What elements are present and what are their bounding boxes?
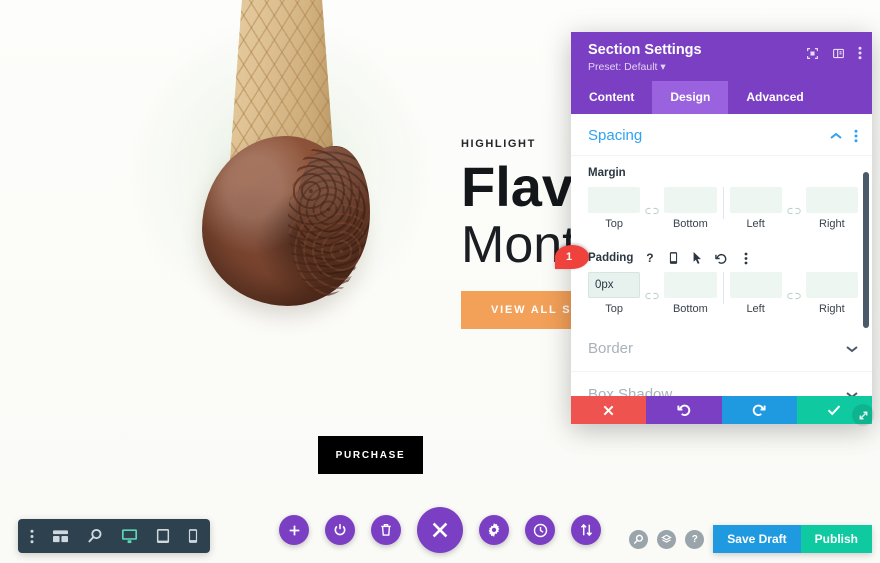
help-icon[interactable]: ? [685,529,705,549]
help-icon[interactable]: ? [642,251,657,266]
section-menu-more-vertical-icon[interactable] [854,129,858,143]
phone-icon[interactable] [188,528,198,544]
purchase-button[interactable]: PURCHASE [318,436,423,474]
resize-grip-icon[interactable] [852,404,874,426]
margin-right-caption: Right [819,218,845,230]
padding-top-caption: Top [605,303,623,315]
layout-panel-icon[interactable] [832,47,845,60]
section-header-box-shadow[interactable]: Box Shadow [571,372,872,396]
padding-left-input[interactable] [729,272,782,298]
cancel-button[interactable] [571,396,647,424]
publish-button[interactable]: Publish [800,525,872,553]
redo-button[interactable] [721,396,797,424]
add-module-button[interactable] [279,515,309,545]
history-button[interactable] [525,515,555,545]
callout-marker-1: 1 [555,245,589,269]
padding-divider [722,272,724,304]
tab-advanced[interactable]: Advanced [728,81,821,114]
margin-left-caption: Left [746,218,765,230]
margin-label-row: Margin [588,165,858,181]
publish-button-group: Save Draft Publish [713,525,872,553]
ice-cream-cone-image [130,0,430,320]
margin-bottom-caption: Bottom [672,218,708,230]
field-group-padding: Padding ? 0px Top Bottom Left Right [571,241,872,326]
chevron-down-icon[interactable] [846,391,858,396]
save-draft-button[interactable]: Save Draft [713,525,801,553]
section-title-spacing: Spacing [588,127,643,144]
margin-left-input[interactable] [729,187,782,213]
device-preview-bar [18,519,210,553]
padding-label: Padding [588,252,634,264]
desktop-icon[interactable] [121,528,138,544]
link-toggle-icon-2[interactable] [782,202,806,215]
search-icon[interactable] [629,529,649,549]
undo-button[interactable] [646,396,722,424]
chevron-down-icon: ▾ [660,61,666,73]
link-toggle-icon[interactable] [640,202,664,215]
modal-header-actions [806,46,862,60]
padding-left-caption: Left [746,303,765,315]
modal-body: Spacing Margin Top Bottom Left Right Pad… [571,114,872,396]
padding-right-caption: Right [819,303,845,315]
hover-cursor-icon[interactable] [690,251,705,266]
trash-button[interactable] [371,515,401,545]
padding-inputs: Top Bottom [588,272,858,315]
padding-right-input[interactable] [805,272,858,298]
field-group-margin: Margin Top Bottom Left Right [571,156,872,241]
close-builder-button[interactable] [417,507,463,553]
margin-top-caption: Top [605,218,623,230]
modal-scrollbar-thumb[interactable] [863,172,869,328]
focus-target-icon[interactable] [806,47,819,60]
more-vertical-icon[interactable] [30,529,34,544]
tablet-icon[interactable] [156,528,170,544]
margin-top-input[interactable] [588,187,641,213]
padding-label-row: Padding ? [588,250,858,266]
builder-right-toolbar: ? Save Draft Publish [629,525,872,553]
responsive-phone-icon[interactable] [666,251,681,266]
layers-icon[interactable] [657,529,677,549]
margin-divider [722,187,724,219]
padding-bottom-caption: Bottom [672,303,708,315]
margin-right-input[interactable] [805,187,858,213]
link-toggle-icon-4[interactable] [782,287,806,300]
section-settings-modal: Section Settings Preset: Default ▾ Conte… [571,32,874,426]
section-title-box-shadow: Box Shadow [588,386,673,396]
modal-header: Section Settings Preset: Default ▾ [571,32,872,81]
tab-design[interactable]: Design [652,81,729,114]
wireframe-icon[interactable] [52,529,69,544]
modal-tabs: Content Design Advanced [571,81,872,114]
portability-button[interactable] [571,515,601,545]
preset-label: Preset: Default [588,61,658,73]
margin-label: Margin [588,167,626,179]
chevron-up-icon[interactable] [830,132,842,140]
chevron-down-icon[interactable] [846,345,858,353]
padding-top-input[interactable] [588,272,641,298]
tab-content[interactable]: Content [571,81,652,114]
more-vertical-icon[interactable] [858,46,862,60]
callout-number: 1 [565,251,573,263]
margin-inputs: Top Bottom Left Right [588,187,858,230]
reset-icon[interactable] [714,251,729,266]
more-vertical-icon[interactable] [738,251,753,266]
settings-button[interactable] [479,515,509,545]
zoom-icon[interactable] [87,528,103,544]
chocolate-texture [288,146,364,296]
section-header-border[interactable]: Border [571,326,872,372]
modal-footer [571,396,872,424]
section-title-border: Border [588,340,634,357]
margin-bottom-input[interactable] [664,187,717,213]
settings-scroll-area: Spacing Margin Top Bottom Left Right Pad… [571,114,872,396]
padding-bottom-input[interactable] [664,272,717,298]
toggle-builder-button[interactable] [325,515,355,545]
padding-tools: ? [642,251,753,266]
preset-selector[interactable]: Preset: Default ▾ [588,61,858,73]
section-header-spacing[interactable]: Spacing [571,114,872,156]
link-toggle-icon-3[interactable] [640,287,664,300]
